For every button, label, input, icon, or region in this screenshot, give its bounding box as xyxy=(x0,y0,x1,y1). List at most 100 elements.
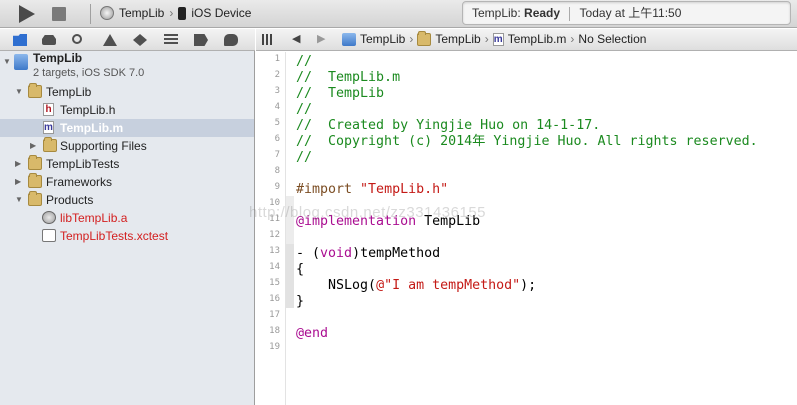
code-line: // Copyright (c) 2014年 Yingjie Huo. All … xyxy=(296,134,758,149)
line-number: 19 xyxy=(269,342,280,352)
line-number: 8 xyxy=(274,166,280,176)
line-number: 10 xyxy=(269,198,280,208)
breadcrumb-item[interactable]: No Selection xyxy=(578,32,646,46)
file-tree: ▼ TempLib 2 targets, iOS SDK 7.0 ▼ TempL… xyxy=(0,51,254,245)
code-line: } xyxy=(296,294,305,309)
list-item[interactable]: ▶ Supporting Files xyxy=(0,137,254,155)
list-item[interactable]: m TempLib.m xyxy=(0,119,254,137)
keyword: void xyxy=(320,246,353,261)
method-name: )tempMethod xyxy=(352,246,441,261)
breadcrumb-item[interactable]: TempLib.m xyxy=(508,32,567,46)
line-number: 17 xyxy=(269,310,280,320)
list-item[interactable]: ▶ Frameworks xyxy=(0,173,254,191)
jump-bar: ◀ ▶ TempLib › TempLib › m TempLib.m › No… xyxy=(256,29,797,51)
string-literal: @"I am tempMethod" xyxy=(376,278,521,293)
activity-viewer: TempLib: Ready Today at 上午11:50 xyxy=(462,1,791,25)
run-icon[interactable] xyxy=(16,4,38,24)
folder-icon xyxy=(417,30,432,46)
line-number: 12 xyxy=(269,230,280,240)
implementation-file-icon: m xyxy=(43,121,54,134)
list-item[interactable]: ▼ TempLib xyxy=(0,83,254,101)
disclosure-open-icon[interactable]: ▼ xyxy=(15,83,25,101)
project-navigator: ▼ TempLib 2 targets, iOS SDK 7.0 ▼ TempL… xyxy=(0,29,255,405)
code-text: NSLog( xyxy=(296,278,377,293)
warning-icon[interactable] xyxy=(102,33,118,47)
code-line: // xyxy=(296,150,313,165)
xcodeproj-icon xyxy=(14,54,28,70)
list-item[interactable]: h TempLib.h xyxy=(0,101,254,119)
list-item[interactable]: TempLibTests.xctest xyxy=(0,227,254,245)
disclosure-closed-icon[interactable]: ▶ xyxy=(15,155,25,173)
related-items-icon[interactable] xyxy=(262,34,273,45)
forward-arrow-icon[interactable]: ▶ xyxy=(317,32,325,45)
list-item-label: Supporting Files xyxy=(60,139,147,153)
log-icon[interactable] xyxy=(163,33,179,47)
project-subtitle: 2 targets, iOS SDK 7.0 xyxy=(33,67,145,79)
folder-icon xyxy=(43,137,57,152)
activity-time: Today at 上午11:50 xyxy=(579,6,682,20)
xctest-bundle-icon xyxy=(42,229,56,242)
code-line: #import "TempLib.h" xyxy=(296,182,448,198)
scheme-target: TempLib xyxy=(119,6,165,20)
report-icon[interactable] xyxy=(223,33,239,47)
code-line: // TempLib.m xyxy=(296,70,401,85)
chevron-right-icon: › xyxy=(169,6,174,20)
code-text: ); xyxy=(520,278,537,293)
code-line: @end xyxy=(296,326,329,341)
line-number: 9 xyxy=(274,182,280,192)
toolbar-divider xyxy=(90,4,91,24)
disclosure-closed-icon[interactable]: ▶ xyxy=(15,173,25,191)
line-number: 7 xyxy=(274,150,280,160)
test-icon[interactable] xyxy=(132,33,148,47)
project-row[interactable]: ▼ TempLib 2 targets, iOS SDK 7.0 xyxy=(0,51,254,83)
navigator-tabs xyxy=(0,29,255,51)
list-item-label: TempLibTests.xctest xyxy=(60,229,169,243)
code-line: @implementation TempLib xyxy=(296,214,480,230)
breakpoint-icon[interactable] xyxy=(193,33,209,47)
code-line: NSLog(@"I am tempMethod"); xyxy=(296,278,536,294)
line-number-gutter[interactable]: 1 2 3 4 5 6 7 8 9 10 11 12 13 14 15 16 1… xyxy=(256,52,286,405)
breadcrumb-item[interactable]: TempLib xyxy=(360,32,405,46)
disclosure-open-icon[interactable]: ▼ xyxy=(3,53,13,71)
code-line: // TempLib xyxy=(296,86,385,101)
scheme-selector[interactable]: TempLib › iOS Device xyxy=(100,6,251,20)
disclosure-open-icon[interactable]: ▼ xyxy=(15,191,25,209)
code-line: // xyxy=(296,102,313,117)
line-number: 5 xyxy=(274,118,280,128)
line-number: 18 xyxy=(269,326,280,336)
stop-icon[interactable] xyxy=(48,4,70,24)
breadcrumb-item[interactable]: TempLib xyxy=(435,32,480,46)
disclosure-closed-icon[interactable]: ▶ xyxy=(30,137,40,155)
list-item-label: TempLib.h xyxy=(60,103,116,117)
xcodeproj-icon xyxy=(342,32,356,46)
scheme-device: iOS Device xyxy=(191,6,252,20)
code-fold-ribbon[interactable] xyxy=(286,196,294,244)
line-number: 1 xyxy=(274,54,280,64)
search-icon[interactable] xyxy=(71,33,87,47)
class-name: TempLib xyxy=(416,214,481,229)
line-number: 11 xyxy=(269,214,280,224)
keyword: @implementation xyxy=(296,214,417,229)
folder-icon xyxy=(28,155,42,170)
app-target-icon xyxy=(100,6,114,20)
code-line: // xyxy=(296,54,313,69)
iphone-icon xyxy=(178,6,187,20)
source-editor[interactable]: // // TempLib.m // TempLib // // Created… xyxy=(296,52,796,405)
hierarchy-icon[interactable] xyxy=(41,33,57,47)
code-fold-ribbon[interactable] xyxy=(286,244,294,308)
activity-divider xyxy=(569,6,571,21)
list-item-label: libTempLib.a xyxy=(60,211,128,225)
line-number: 4 xyxy=(274,102,280,112)
folder-icon xyxy=(28,191,42,206)
list-item[interactable]: ▼ Products xyxy=(0,191,254,209)
back-arrow-icon[interactable]: ◀ xyxy=(292,32,300,45)
activity-status: Ready xyxy=(524,6,561,20)
code-line: { xyxy=(296,262,305,277)
list-item[interactable]: libTempLib.a xyxy=(0,209,254,227)
list-item-label: Products xyxy=(46,193,94,207)
list-item-label: TempLib xyxy=(46,85,92,99)
chevron-right-icon: › xyxy=(409,32,414,46)
list-item[interactable]: ▶ TempLibTests xyxy=(0,155,254,173)
folder-icon[interactable] xyxy=(12,33,28,47)
folder-icon xyxy=(28,83,42,98)
